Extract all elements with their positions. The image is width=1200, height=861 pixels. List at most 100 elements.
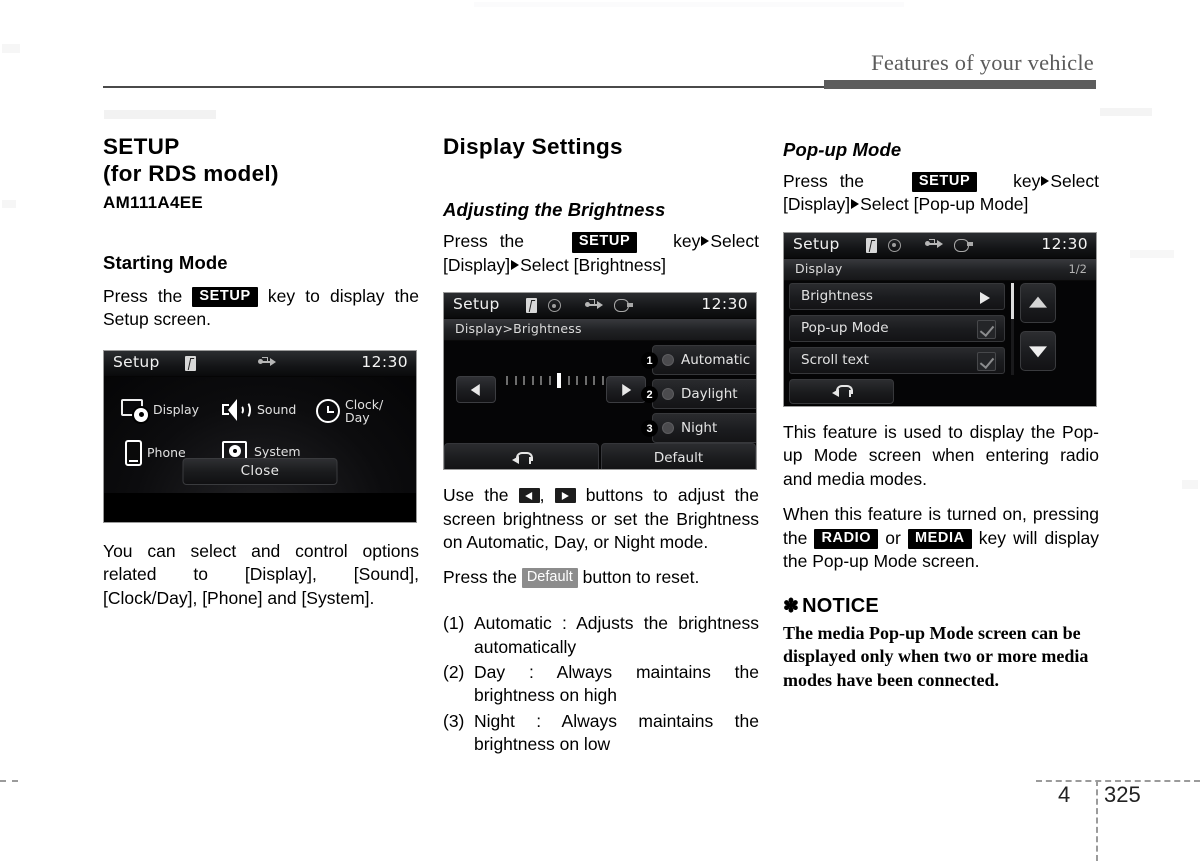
option-night-label: Night <box>681 420 718 437</box>
media-key-chip[interactable]: MEDIA <box>907 528 972 549</box>
crop-mark-vertical <box>1096 780 1098 861</box>
default-button[interactable]: Default <box>601 443 756 470</box>
scan-artifact-left <box>104 110 216 119</box>
instruction-select-2: Select [Brightness] <box>520 254 667 275</box>
back-button[interactable] <box>789 378 894 404</box>
tile-sound-label: Sound <box>257 402 297 417</box>
screen-clock: 12:30 <box>701 295 748 314</box>
section-title-line1: SETUP <box>103 134 180 159</box>
status-icon-group-2 <box>585 298 633 313</box>
tile-sound[interactable]: Sound <box>222 398 297 421</box>
scroll-up-button[interactable] <box>1020 282 1056 323</box>
radio-night[interactable] <box>662 422 674 435</box>
bluetooth-icon <box>866 237 877 253</box>
subheading-adjusting-brightness: Adjusting the Brightness <box>443 199 666 221</box>
list-row-scroll-text[interactable]: Scroll text <box>789 346 1005 374</box>
brightness-usage-text: Use the , buttons to adjust the screen b… <box>443 484 759 554</box>
notice-title: NOTICE <box>802 594 879 617</box>
tile-display-label: Display <box>153 402 200 417</box>
callout-2: 2 <box>641 386 658 404</box>
screen-title: Setup <box>453 295 500 314</box>
tile-phone-label: Phone <box>147 445 186 460</box>
brightness-decrease-button[interactable] <box>456 376 496 404</box>
instruction-prefix: Press the <box>783 171 865 191</box>
list-row-brightness[interactable]: Brightness <box>789 282 1005 310</box>
reset-instruction: Press the Default button to reset. <box>443 566 759 589</box>
status-icon-group <box>185 355 196 371</box>
footer-chapter-number: 4 <box>1058 782 1071 807</box>
page-header: Features of your vehicle <box>0 50 1200 95</box>
usb-icon <box>258 356 276 369</box>
radio-key-chip[interactable]: RADIO <box>814 528 879 549</box>
brightness-modes-list: (1) Automatic : Adjusts the brightness a… <box>443 612 759 757</box>
option-automatic[interactable]: 1 Automatic <box>641 345 756 376</box>
screen-title: Setup <box>793 234 840 253</box>
list-item-text: Night : Always maintains the brightness … <box>474 710 759 755</box>
subheading-popup-mode: Pop-up Mode <box>783 139 902 160</box>
brightness-screen[interactable]: Setup 12:30 Display>Brightness 1 Automat… <box>443 292 757 471</box>
status-icon-group-usb <box>258 356 276 369</box>
column-right: Pop-up Mode Press the SETUP key Select [D… <box>783 133 1099 693</box>
section-title-display-settings: Display Settings <box>443 134 623 159</box>
list-row-brightness-label: Brightness <box>801 288 873 305</box>
brightness-instruction: Press the SETUP key Select [Display] Selec… <box>443 230 759 277</box>
callout-3: 3 <box>641 420 658 438</box>
phone-icon <box>125 439 142 466</box>
scan-artifact-mid <box>1130 250 1174 258</box>
tile-phone[interactable]: Phone <box>125 439 186 466</box>
radio-automatic[interactable] <box>662 354 674 367</box>
speaker-icon <box>222 398 252 421</box>
use-text-2: , <box>539 485 545 506</box>
brightness-increase-button[interactable] <box>606 376 646 404</box>
instruction-prefix: Press the <box>103 285 183 306</box>
list-item: (3) Night : Always maintains the brightn… <box>443 710 759 757</box>
display-list-screen[interactable]: Setup 12:30 Display 1/2 Brightness Pop-u… <box>783 231 1097 407</box>
notice-heading: ✽ NOTICE <box>783 595 1099 618</box>
setup-key-chip[interactable]: SETUP <box>192 286 258 307</box>
popup-paragraph-2: When this feature is turned on, pressing… <box>783 503 1099 573</box>
column-middle: Display Settings Adjusting the Brightnes… <box>443 133 759 759</box>
list-item-number: (3) <box>443 710 465 731</box>
back-button[interactable] <box>444 443 599 470</box>
scroll-down-button[interactable] <box>1020 330 1056 371</box>
tile-display[interactable]: Display <box>121 398 200 422</box>
option-daylight[interactable]: 2 Daylight <box>641 379 756 410</box>
list-item-text: Day : Always maintains the brightness on… <box>474 661 759 706</box>
use-text-1: Use the <box>443 485 509 506</box>
list-item-number: (2) <box>443 661 465 682</box>
scan-artifact-edge-right <box>1182 480 1198 489</box>
setup-home-screen[interactable]: Setup 12:30 Display Sound Clock/ Day Pho… <box>103 349 417 523</box>
bluetooth-icon <box>526 298 537 314</box>
breadcrumb: Display>Brightness <box>455 321 582 337</box>
notice-body: The media Pop-up Mode screen can be disp… <box>783 622 1089 691</box>
default-key-chip[interactable]: Default <box>521 567 578 588</box>
tile-system-label: System <box>254 444 301 459</box>
screen-status-bar: Setup 12:30 <box>104 350 416 377</box>
instruction-mid: key <box>673 231 701 252</box>
brightness-slider[interactable] <box>506 373 612 389</box>
scrollbar-thumb[interactable] <box>1011 282 1014 319</box>
popup-paragraph-1: This feature is used to display the Pop-… <box>783 421 1099 489</box>
usb-icon <box>925 238 943 251</box>
status-icon-group <box>526 298 561 314</box>
checkmark-icon[interactable] <box>977 319 996 339</box>
screen-bottom-bar: Default <box>444 443 756 470</box>
setup-key-chip[interactable]: SETUP <box>911 172 978 193</box>
page-indicator: 1/2 <box>1068 261 1087 276</box>
list-row-popup-mode[interactable]: Pop-up Mode <box>789 314 1005 342</box>
checkmark-icon-2[interactable] <box>977 351 996 371</box>
option-night[interactable]: 3 Night <box>641 413 756 444</box>
close-button[interactable]: Close <box>182 457 338 485</box>
popup-instruction: Press the SETUP key Select [Display] Selec… <box>783 170 1099 217</box>
disc-icon <box>888 238 901 252</box>
setup-key-chip[interactable]: SETUP <box>571 232 638 253</box>
tile-clock-day[interactable]: Clock/ Day <box>316 398 383 425</box>
list-row-popup-mode-label: Pop-up Mode <box>801 320 889 337</box>
screen-clock: 12:30 <box>1041 234 1088 253</box>
starting-mode-instruction: Press the SETUP key to display the Setup… <box>103 285 419 332</box>
back-arrow-icon <box>512 451 533 465</box>
radio-daylight[interactable] <box>662 388 674 401</box>
breadcrumb: Display <box>795 260 843 276</box>
asterisk-icon: ✽ <box>783 595 800 617</box>
arrow-left-button-icon <box>518 488 540 504</box>
